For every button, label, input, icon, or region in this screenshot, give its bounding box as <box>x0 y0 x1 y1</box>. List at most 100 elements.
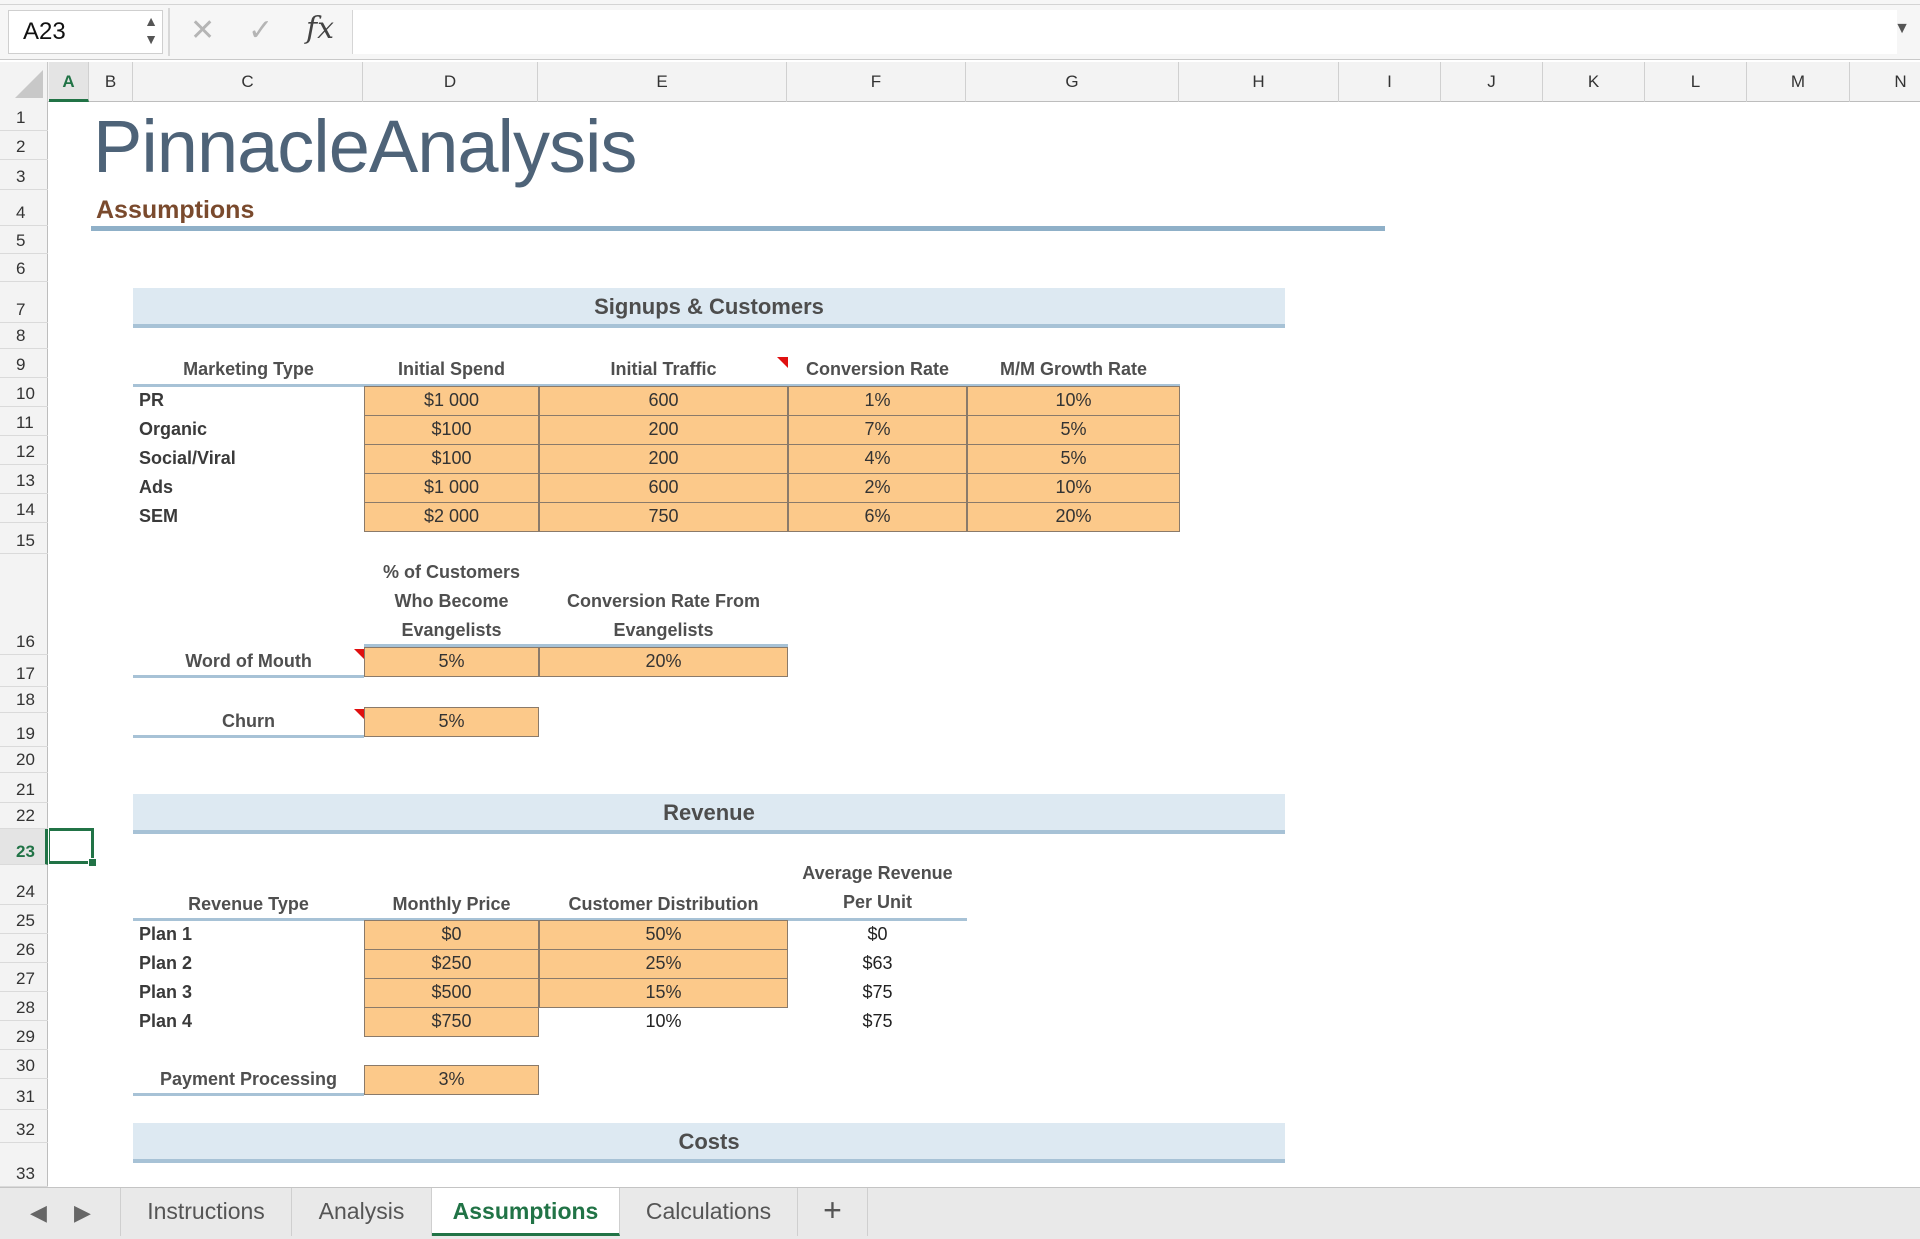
column-header-f[interactable]: F <box>787 62 966 102</box>
input-initial-spend[interactable]: $1 000 <box>364 386 539 416</box>
column-header-a[interactable]: A <box>49 62 89 102</box>
comment-indicator-icon[interactable] <box>777 357 788 368</box>
column-header-n[interactable]: N <box>1850 62 1920 102</box>
row-header-23[interactable]: 23 <box>0 829 48 865</box>
row-header-15[interactable]: 15 <box>0 523 48 554</box>
column-header-g[interactable]: G <box>966 62 1179 102</box>
row-header-18[interactable]: 18 <box>0 687 48 713</box>
row-header-8[interactable]: 8 <box>0 323 48 349</box>
input-customer-distribution[interactable]: 15% <box>539 978 788 1008</box>
row-header-19[interactable]: 19 <box>0 713 48 747</box>
insert-function-icon[interactable]: fx <box>306 12 334 46</box>
input-monthly-price[interactable]: $500 <box>364 978 539 1008</box>
input-growth-rate[interactable]: 20% <box>967 502 1180 532</box>
column-header-l[interactable]: L <box>1645 62 1747 102</box>
row-header-11[interactable]: 11 <box>0 407 48 436</box>
row-header-20[interactable]: 20 <box>0 747 48 773</box>
input-monthly-price[interactable]: $250 <box>364 949 539 979</box>
row-header-7[interactable]: 7 <box>0 282 48 323</box>
row-header-28[interactable]: 28 <box>0 992 48 1021</box>
column-header-e[interactable]: E <box>538 62 787 102</box>
input-conversion-rate[interactable]: 4% <box>788 444 967 474</box>
cancel-icon[interactable]: ✕ <box>190 14 215 48</box>
row-header-4[interactable]: 4 <box>0 190 48 226</box>
next-sheet-icon[interactable]: ▶ <box>74 1200 91 1226</box>
input-initial-spend[interactable]: $1 000 <box>364 473 539 503</box>
row-header-10[interactable]: 10 <box>0 378 48 407</box>
input-initial-spend[interactable]: $100 <box>364 444 539 474</box>
row-header-16[interactable]: 16 <box>0 554 48 655</box>
tab-analysis[interactable]: Analysis <box>292 1188 432 1236</box>
input-growth-rate[interactable]: 10% <box>967 386 1180 416</box>
input-monthly-price[interactable]: $750 <box>364 1007 539 1037</box>
row-header-26[interactable]: 26 <box>0 934 48 963</box>
input-initial-spend[interactable]: $100 <box>364 415 539 445</box>
input-growth-rate[interactable]: 5% <box>967 415 1180 445</box>
add-sheet-button[interactable]: + <box>798 1188 868 1236</box>
tab-instructions[interactable]: Instructions <box>120 1188 292 1236</box>
input-conversion-rate[interactable]: 6% <box>788 502 967 532</box>
previous-sheet-icon[interactable]: ◀ <box>30 1200 47 1226</box>
column-header-b[interactable]: B <box>89 62 133 102</box>
row-header-14[interactable]: 14 <box>0 494 48 523</box>
row-header-17[interactable]: 17 <box>0 655 48 687</box>
row-header-33[interactable]: 33 <box>0 1143 48 1187</box>
input-growth-rate[interactable]: 5% <box>967 444 1180 474</box>
row-header-13[interactable]: 13 <box>0 465 48 494</box>
row-header-32[interactable]: 32 <box>0 1110 48 1143</box>
row-header-1[interactable]: 1 <box>0 102 48 131</box>
row-header-2[interactable]: 2 <box>0 131 48 160</box>
row-header-29[interactable]: 29 <box>0 1021 48 1050</box>
tab-calculations[interactable]: Calculations <box>620 1188 798 1236</box>
row-header-6[interactable]: 6 <box>0 254 48 282</box>
column-header-k[interactable]: K <box>1543 62 1645 102</box>
row-header-12[interactable]: 12 <box>0 436 48 465</box>
row-header-21[interactable]: 21 <box>0 773 48 803</box>
column-header-m[interactable]: M <box>1747 62 1850 102</box>
name-box-dropdown-icon[interactable]: ▲ ▼ <box>140 12 162 52</box>
input-monthly-price[interactable]: $0 <box>364 920 539 950</box>
input-conversion-rate[interactable]: 2% <box>788 473 967 503</box>
label-marketing-type: Ads <box>139 477 174 497</box>
input-initial-traffic[interactable]: 750 <box>539 502 788 532</box>
input-customer-distribution[interactable]: 25% <box>539 949 788 979</box>
section-band-signups: Signups & Customers <box>133 288 1285 328</box>
row-header-24[interactable]: 24 <box>0 865 48 905</box>
header-revenue-type: Revenue Type <box>188 894 309 914</box>
row-header-22[interactable]: 22 <box>0 803 48 829</box>
input-initial-traffic[interactable]: 600 <box>539 473 788 503</box>
input-growth-rate[interactable]: 10% <box>967 473 1180 503</box>
input-initial-traffic[interactable]: 600 <box>539 386 788 416</box>
input-payment-processing[interactable]: 3% <box>364 1065 539 1095</box>
confirm-icon[interactable]: ✓ <box>248 14 273 48</box>
input-conversion-rate[interactable]: 1% <box>788 386 967 416</box>
row-header-5[interactable]: 5 <box>0 226 48 254</box>
input-initial-traffic[interactable]: 200 <box>539 415 788 445</box>
column-header-h[interactable]: H <box>1179 62 1339 102</box>
input-conversion-rate[interactable]: 7% <box>788 415 967 445</box>
column-header-d[interactable]: D <box>363 62 538 102</box>
row-header-25[interactable]: 25 <box>0 905 48 934</box>
row-header-31[interactable]: 31 <box>0 1079 48 1110</box>
input-customer-distribution[interactable]: 50% <box>539 920 788 950</box>
input-initial-traffic[interactable]: 200 <box>539 444 788 474</box>
input-evangelist-pct[interactable]: 5% <box>364 647 539 677</box>
worksheet-grid[interactable]: PinnacleAnalysis Assumptions Signups & C… <box>49 102 1920 1187</box>
row-header-30[interactable]: 30 <box>0 1050 48 1079</box>
select-all-button[interactable] <box>0 62 48 102</box>
column-header-i[interactable]: I <box>1339 62 1441 102</box>
row-header-3[interactable]: 3 <box>0 160 48 190</box>
input-evangelist-conversion[interactable]: 20% <box>539 647 788 677</box>
tab-assumptions[interactable]: Assumptions <box>432 1188 620 1236</box>
input-churn[interactable]: 5% <box>364 707 539 737</box>
expand-formula-bar-icon[interactable]: ▼ <box>1894 20 1910 38</box>
column-header-j[interactable]: J <box>1441 62 1543 102</box>
row-header-9[interactable]: 9 <box>0 349 48 378</box>
row-header-27[interactable]: 27 <box>0 963 48 992</box>
input-initial-spend[interactable]: $2 000 <box>364 502 539 532</box>
header-marketing-type: Marketing Type <box>183 359 314 379</box>
selected-cell-a23[interactable] <box>49 828 97 867</box>
label-marketing-type: Social/Viral <box>139 448 236 468</box>
formula-input[interactable] <box>352 10 1897 54</box>
column-header-c[interactable]: C <box>133 62 363 102</box>
